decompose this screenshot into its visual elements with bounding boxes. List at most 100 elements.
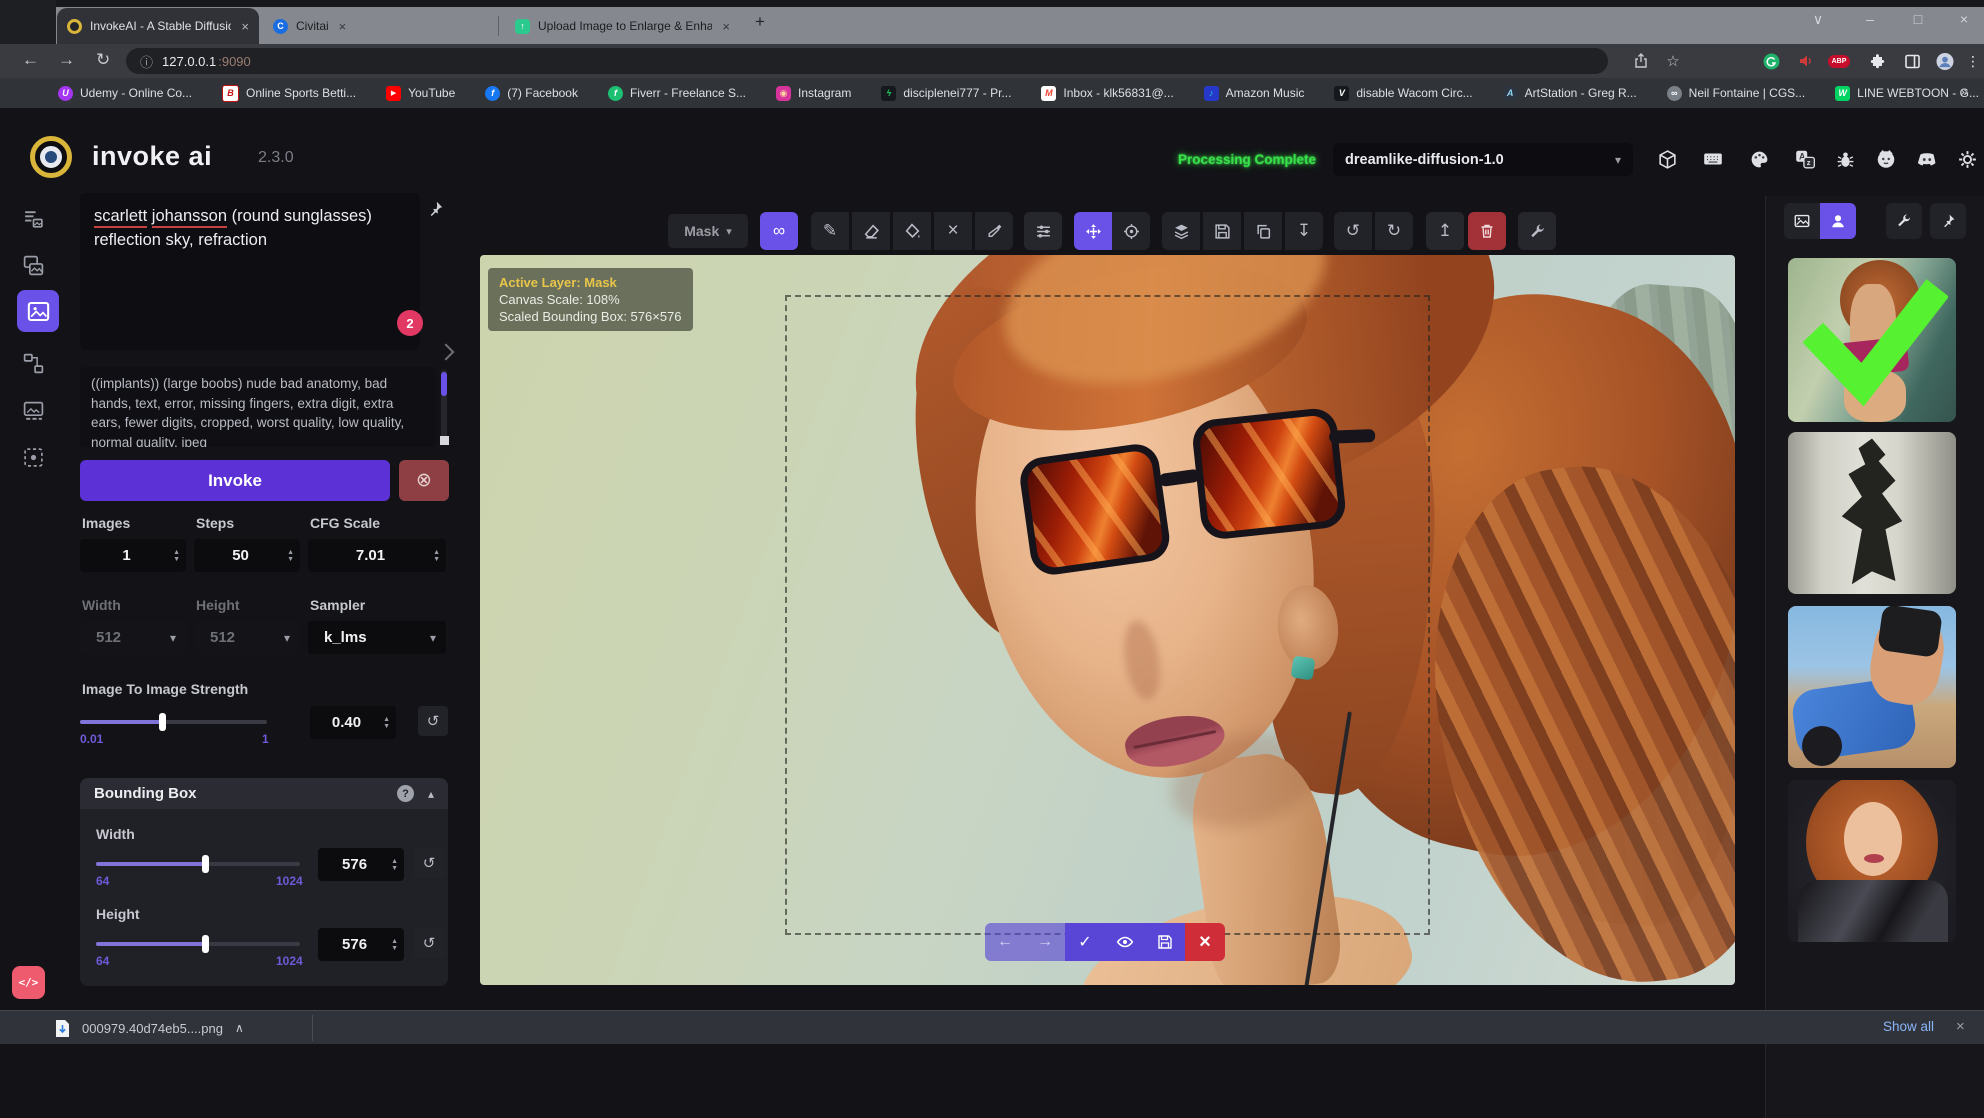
cfg-scale-input[interactable]: 7.01 ▲▼ [308, 539, 446, 572]
tab-civitai[interactable]: C Civitai × [263, 8, 491, 44]
slider-thumb[interactable] [202, 855, 209, 873]
staging-next-button[interactable]: → [1025, 923, 1065, 961]
bookmark-item[interactable]: ◉Instagram [776, 86, 851, 101]
bbox-height-input[interactable]: 576 ▲▼ [318, 928, 404, 961]
strength-reset-button[interactable]: ↺ [418, 706, 448, 736]
help-icon[interactable]: ? [397, 785, 414, 802]
gallery-thumbnail-selected[interactable] [1788, 258, 1956, 422]
extension-volume-icon[interactable] [1797, 52, 1815, 70]
brush-tool-button[interactable]: ✎ [811, 212, 849, 250]
language-translate-icon[interactable]: Az [1791, 145, 1819, 173]
move-tool-button[interactable] [1074, 212, 1112, 250]
negative-prompt-resize-handle[interactable] [440, 436, 449, 445]
stepper-up-icon[interactable]: ▲ [287, 549, 294, 556]
window-chevron-button[interactable]: ∨ [1803, 11, 1833, 28]
sampler-select[interactable]: k_lms ▾ [308, 621, 446, 654]
bounding-box-overlay[interactable] [785, 295, 1430, 935]
bookmark-item[interactable]: WLINE WEBTOON - G... [1835, 86, 1979, 101]
tab-close-icon[interactable]: × [339, 19, 347, 34]
stepper-down-icon[interactable]: ▼ [287, 556, 294, 563]
tab-training[interactable] [14, 438, 52, 476]
extension-grammarly-icon[interactable] [1762, 52, 1780, 70]
forward-button[interactable]: → [58, 50, 75, 70]
mask-options-button[interactable]: ∞ [760, 212, 798, 250]
staging-save-button[interactable] [1145, 923, 1185, 961]
gallery-settings-wrench-button[interactable] [1886, 203, 1922, 239]
pin-options-icon[interactable] [426, 200, 444, 218]
gallery-results-toggle[interactable] [1820, 203, 1856, 239]
negative-prompt-scrollbar[interactable] [441, 370, 447, 444]
bookmark-item[interactable]: MInbox - klk56831@... [1041, 86, 1173, 101]
bookmark-item[interactable]: Vdisable Wacom Circ... [1334, 86, 1472, 101]
bookmark-item[interactable]: ▶YouTube [386, 86, 455, 101]
download-image-button[interactable]: ↧ [1285, 212, 1323, 250]
tab-nodes[interactable] [14, 344, 52, 382]
eraser-tool-button[interactable] [852, 212, 890, 250]
bookmark-item[interactable]: ϟdisciplenei777 - Pr... [881, 86, 1011, 101]
stepper-up-icon[interactable]: ▲ [391, 858, 398, 865]
steps-input[interactable]: 50 ▲▼ [194, 539, 300, 572]
tab-close-icon[interactable]: × [722, 19, 730, 34]
staging-toggle-visibility-button[interactable] [1105, 923, 1145, 961]
tab-invokeai[interactable]: InvokeAI - A Stable Diffusion Too × [57, 8, 259, 44]
report-bug-icon[interactable] [1831, 145, 1859, 173]
new-tab-button[interactable]: + [755, 12, 765, 32]
github-icon[interactable] [1872, 145, 1900, 173]
bookmark-item[interactable]: f(7) Facebook [485, 86, 578, 101]
upload-image-button[interactable]: ↥ [1426, 212, 1464, 250]
show-all-link[interactable]: Show all [1883, 1019, 1934, 1034]
clear-canvas-trash-button[interactable] [1468, 212, 1506, 250]
slider-thumb[interactable] [159, 713, 166, 731]
steps-stepper[interactable]: ▲▼ [287, 549, 294, 563]
staging-previous-button[interactable]: ← [985, 923, 1025, 961]
download-menu-chevron-icon[interactable]: ∧ [235, 1021, 244, 1035]
invoke-button[interactable]: Invoke [80, 460, 390, 501]
images-stepper[interactable]: ▲▼ [173, 549, 180, 563]
bbox-width-reset-button[interactable]: ↺ [414, 848, 444, 878]
discord-icon[interactable] [1913, 145, 1941, 173]
save-to-gallery-button[interactable] [1203, 212, 1241, 250]
gallery-pin-button[interactable] [1930, 203, 1966, 239]
extensions-puzzle-icon[interactable] [1868, 52, 1886, 70]
address-bar[interactable]: ⓘ 127.0.0.1 :9090 [126, 48, 1608, 74]
tab-image-to-image[interactable] [14, 246, 52, 284]
bbox-height-stepper[interactable]: ▲▼ [391, 938, 398, 952]
bookmark-star-icon[interactable]: ☆ [1664, 52, 1682, 70]
share-icon[interactable] [1632, 52, 1650, 70]
bbox-height-slider[interactable] [96, 942, 300, 946]
bookmark-item[interactable]: BOnline Sports Betti... [222, 85, 356, 102]
stepper-up-icon[interactable]: ▲ [173, 549, 180, 556]
cfg-stepper[interactable]: ▲▼ [433, 549, 440, 563]
reload-button[interactable]: ↻ [96, 50, 110, 70]
fill-bucket-button[interactable] [893, 212, 931, 250]
bookmarks-overflow-icon[interactable]: » [1960, 83, 1968, 99]
bookmark-item[interactable]: UUdemy - Online Co... [58, 86, 192, 101]
bbox-width-stepper[interactable]: ▲▼ [391, 858, 398, 872]
strength-stepper[interactable]: ▲▼ [383, 716, 390, 730]
canvas-settings-wrench-button[interactable] [1518, 212, 1556, 250]
site-info-icon[interactable]: ⓘ [140, 52, 153, 71]
stepper-down-icon[interactable]: ▼ [383, 723, 390, 730]
images-input[interactable]: 1 ▲▼ [80, 539, 186, 572]
bbox-width-input[interactable]: 576 ▲▼ [318, 848, 404, 881]
console-toggle-button[interactable]: </> [12, 966, 45, 999]
strength-slider[interactable] [80, 720, 267, 724]
window-close-button[interactable]: × [1949, 11, 1979, 27]
bbox-width-slider[interactable] [96, 862, 300, 866]
scrollbar-thumb[interactable] [441, 372, 447, 396]
bbox-height-reset-button[interactable]: ↺ [414, 928, 444, 958]
bookmark-item[interactable]: AArtStation - Greg R... [1503, 86, 1637, 101]
collapse-chevron-icon[interactable]: ▴ [428, 787, 434, 801]
tab-close-icon[interactable]: × [241, 19, 249, 34]
layer-select[interactable]: Mask ▾ [668, 214, 748, 248]
gallery-thumbnail[interactable] [1788, 780, 1956, 942]
bounding-box-header[interactable]: Bounding Box ? ▴ [80, 778, 448, 809]
staging-accept-button[interactable]: ✓ [1065, 923, 1105, 961]
canvas-image[interactable]: Active Layer: Mask Canvas Scale: 108% Sc… [480, 255, 1735, 985]
back-button[interactable]: ← [22, 50, 39, 70]
gallery-images-toggle[interactable] [1784, 203, 1820, 239]
extension-adblock-icon[interactable]: ABP [1830, 52, 1848, 70]
cancel-button[interactable]: ⊗ [399, 460, 449, 501]
undo-button[interactable]: ↺ [1334, 212, 1372, 250]
negative-prompt-input[interactable]: ((implants)) (large boobs) nude bad anat… [80, 367, 436, 447]
